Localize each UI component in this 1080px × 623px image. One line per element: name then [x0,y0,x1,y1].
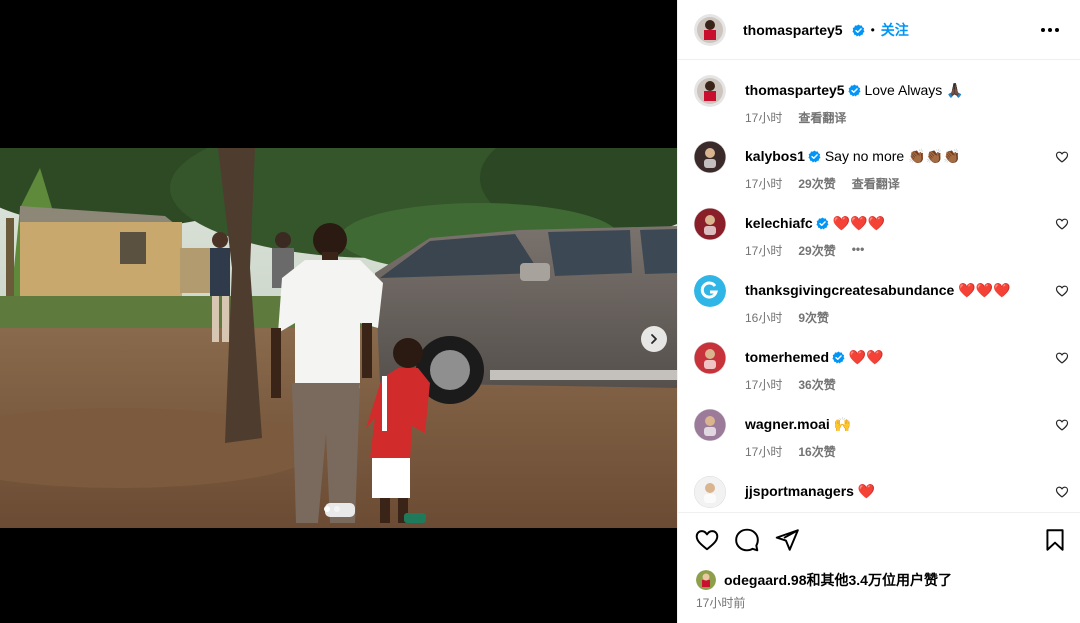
comment-likes[interactable]: 29次赞 [798,175,835,192]
commenter-avatar[interactable] [694,275,726,307]
next-photo-button[interactable] [641,326,667,352]
carousel-indicator [324,506,340,512]
comment-likes[interactable]: 29次赞 [798,242,835,259]
media-viewer [0,0,677,623]
comment-icon[interactable] [734,527,760,553]
caption-translate-link[interactable]: 查看翻译 [798,109,846,126]
commenter-avatar[interactable] [694,476,726,508]
verified-icon [852,23,865,36]
heart-icon[interactable] [1055,150,1069,164]
comment-likes[interactable]: 16次赞 [798,443,835,460]
comment-time: 16小时 [745,311,783,325]
liker-username[interactable]: odegaard.98 [724,572,806,588]
comment-text: Say no more 👏🏾👏🏾👏🏾 [824,148,961,164]
heart-icon[interactable] [1055,284,1069,298]
likes-count-text[interactable]: 和其他3.4万位用户赞了 [806,572,951,588]
commenter-avatar[interactable] [694,342,726,374]
post-header: thomaspartey5 • 关注 [678,0,1080,60]
likes-summary[interactable]: odegaard.98和其他3.4万位用户赞了 [696,570,952,590]
author-username[interactable]: thomaspartey5 [743,22,843,38]
liker-avatar[interactable] [696,570,716,590]
heart-icon[interactable] [1055,217,1069,231]
verified-icon [808,150,821,163]
more-icon [1041,28,1059,32]
header-separator: • [870,23,875,37]
heart-icon[interactable] [1055,351,1069,365]
comment-extra-action[interactable]: ••• [852,242,865,259]
heart-icon[interactable] [1055,485,1069,499]
commenter-username[interactable]: kelechiafc [745,215,813,231]
comment-time: 17小时 [745,445,783,459]
heart-icon[interactable] [694,527,720,553]
commenter-avatar[interactable] [694,409,726,441]
bookmark-icon[interactable] [1042,527,1068,553]
verified-icon [832,351,845,364]
chevron-right-icon [651,334,657,344]
comments-list[interactable]: thomaspartey5 Love Always 🙏🏿 17小时 查看翻译 k… [678,60,1080,512]
post-photo[interactable] [0,148,677,528]
caption-author-avatar[interactable] [694,75,726,107]
more-options-button[interactable] [1038,18,1062,42]
commenter-username[interactable]: wagner.moai [745,416,830,432]
commenter-avatar[interactable] [694,208,726,240]
comment-extra-action[interactable]: 查看翻译 [852,175,900,192]
follow-button[interactable]: 关注 [881,20,909,40]
carousel-dot [334,506,340,512]
comment-likes[interactable]: 36次赞 [798,376,835,393]
commenter-avatar[interactable] [694,141,726,173]
comment-text: ❤️❤️❤️ [832,215,885,231]
comment-text: ❤️❤️ [848,349,884,365]
post-time[interactable]: 17小时前 [696,594,745,611]
verified-icon [848,84,861,97]
comment-time: 17小时 [745,244,783,258]
caption-username[interactable]: thomaspartey5 [745,82,845,98]
heart-icon[interactable] [1055,418,1069,432]
comment-time: 17小时 [745,378,783,392]
commenter-username[interactable]: tomerhemed [745,349,829,365]
comment-text: ❤️ [857,483,876,499]
post-panel: thomaspartey5 • 关注 thomaspartey5 Love Al… [677,0,1080,623]
comment-time: 17小时 [745,177,783,191]
commenter-username[interactable]: kalybos1 [745,148,805,164]
commenter-username[interactable]: jjsportmanagers [745,483,854,499]
comment-text: ❤️❤️❤️ [958,282,1011,298]
caption-time: 17小时 [745,111,783,125]
verified-icon [816,217,829,230]
comment-text: 🙌 [833,416,852,432]
comment-likes[interactable]: 9次赞 [798,309,829,326]
caption-text: Love Always 🙏🏿 [864,82,964,98]
share-icon[interactable] [774,527,800,553]
author-avatar[interactable] [694,14,726,46]
commenter-username[interactable]: thanksgivingcreatesabundance [745,282,954,298]
action-bar: odegaard.98和其他3.4万位用户赞了 17小时前 [678,512,1080,623]
carousel-dot-active [324,506,330,512]
post-photo-image [0,148,677,528]
